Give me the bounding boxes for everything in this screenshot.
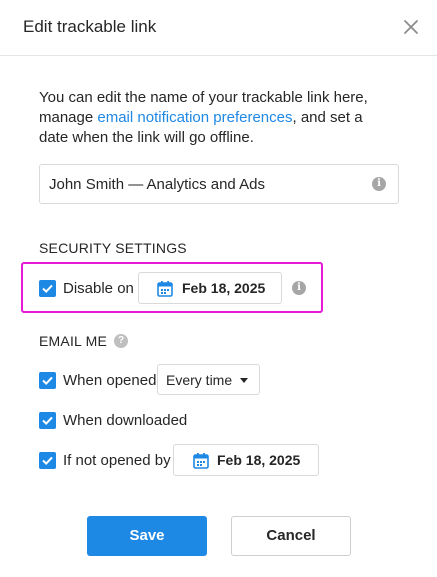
disable-info-icon[interactable]: i xyxy=(292,281,306,295)
check-icon xyxy=(42,284,53,294)
email-preferences-link[interactable]: email notification preferences xyxy=(97,109,292,126)
intro-text: You can edit the name of your trackable … xyxy=(39,88,379,148)
not-opened-checkbox[interactable] xyxy=(39,452,56,469)
info-icon: i xyxy=(372,177,386,191)
edit-link-dialog: Edit trackable link You can edit the nam… xyxy=(0,0,437,577)
disable-date-value: Feb 18, 2025 xyxy=(182,280,266,296)
dialog-header: Edit trackable link xyxy=(0,0,437,56)
dialog-title: Edit trackable link xyxy=(23,17,157,36)
when-opened-checkbox[interactable] xyxy=(39,372,56,389)
help-icon[interactable]: ? xyxy=(114,334,128,348)
close-icon[interactable] xyxy=(400,16,422,38)
when-downloaded-label: When downloaded xyxy=(63,412,188,429)
security-settings-heading: SECURITY SETTINGS xyxy=(39,240,187,256)
check-icon xyxy=(42,376,53,386)
calendar-icon xyxy=(193,453,209,469)
calendar-icon xyxy=(157,281,173,297)
not-opened-label: If not opened by xyxy=(63,452,171,469)
save-button[interactable]: Save xyxy=(87,516,207,556)
link-name-value[interactable]: John Smith — Analytics and Ads xyxy=(49,176,265,193)
email-me-heading: EMAIL ME xyxy=(39,333,107,349)
caret-down-icon xyxy=(240,378,248,383)
not-opened-date-picker[interactable]: Feb 18, 2025 xyxy=(173,444,319,476)
check-icon xyxy=(42,456,53,466)
when-opened-label: When opened xyxy=(63,372,157,389)
check-icon xyxy=(42,416,53,426)
not-opened-date-value: Feb 18, 2025 xyxy=(217,452,301,468)
cancel-button[interactable]: Cancel xyxy=(231,516,351,556)
when-downloaded-checkbox[interactable] xyxy=(39,412,56,429)
frequency-selected-value: Every time xyxy=(166,372,233,388)
disable-on-label: Disable on xyxy=(63,280,134,297)
link-name-input[interactable]: John Smith — Analytics and Ads i xyxy=(39,164,399,204)
disable-on-checkbox[interactable] xyxy=(39,280,56,297)
frequency-select[interactable]: Every time xyxy=(157,364,260,395)
disable-date-picker[interactable]: Feb 18, 2025 xyxy=(138,272,282,304)
